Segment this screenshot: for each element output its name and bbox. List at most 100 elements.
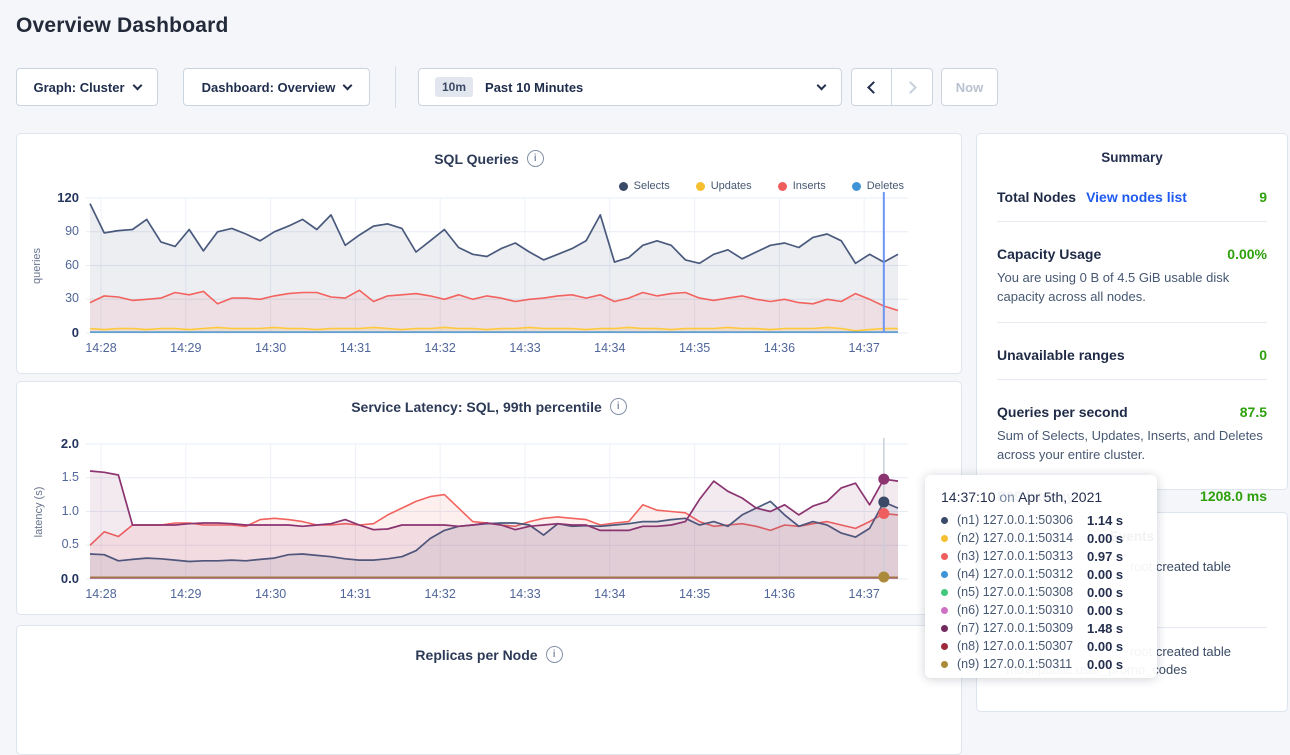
tooltip-node-value: 0.00 s <box>1087 567 1123 582</box>
x-axis-tick: 14:30 <box>241 341 301 355</box>
legend-label: Updates <box>711 180 752 192</box>
service-latency-card: Service Latency: SQL, 99th percentile i … <box>16 381 962 615</box>
tooltip-node-address: (n7) 127.0.0.1:50309 <box>957 621 1087 635</box>
sql-queries-legend: Selects Updates Inserts Deletes <box>619 180 904 192</box>
x-axis-tick: 14:33 <box>495 341 555 355</box>
tooltip-node-address: (n1) 127.0.0.1:50306 <box>957 513 1087 527</box>
x-axis-tick: 14:34 <box>580 341 640 355</box>
legend-label: Inserts <box>793 180 826 192</box>
now-button[interactable]: Now <box>941 68 998 106</box>
chart-title-row: Service Latency: SQL, 99th percentile i <box>17 398 961 415</box>
node-series-dot-icon <box>941 607 948 614</box>
tooltip-node-address: (n6) 127.0.0.1:50310 <box>957 603 1087 617</box>
x-axis-tick: 14:36 <box>749 587 809 601</box>
legend-label: Selects <box>634 180 670 192</box>
view-nodes-list-link[interactable]: View nodes list <box>1086 189 1187 205</box>
x-axis-tick: 14:35 <box>665 341 725 355</box>
x-axis-tick: 14:34 <box>580 587 640 601</box>
tooltip-node-value: 0.00 s <box>1087 585 1123 600</box>
node-series-dot-icon <box>941 589 948 596</box>
legend-label: Deletes <box>867 180 904 192</box>
x-axis-labels: 14:2814:2914:3014:3114:3214:3314:3414:35… <box>86 587 908 603</box>
x-axis-tick: 14:29 <box>156 341 216 355</box>
summary-row: Total NodesView nodes list9 <box>997 189 1267 205</box>
node-series-dot-icon <box>941 625 948 632</box>
sql-queries-card: SQL Queries i Selects Updates Inserts Delet… <box>16 133 962 374</box>
prev-time-button[interactable] <box>851 68 892 106</box>
time-range-label: Past 10 Minutes <box>485 80 583 95</box>
legend-dot-icon <box>619 182 628 191</box>
summary-rows: Total NodesView nodes list9 Capacity Usag… <box>977 189 1287 504</box>
legend-item[interactable]: Updates <box>696 180 752 192</box>
info-icon[interactable]: i <box>610 398 627 415</box>
summary-divider <box>997 322 1267 323</box>
x-axis-tick: 14:33 <box>495 587 555 601</box>
legend-item[interactable]: Selects <box>619 180 670 192</box>
tooltip-node-value: 0.00 s <box>1087 531 1123 546</box>
service-latency-title: Service Latency: SQL, 99th percentile <box>351 399 602 415</box>
tooltip-node-row: (n5) 127.0.0.1:503080.00 s <box>941 583 1143 601</box>
summary-row-label: Unavailable ranges <box>997 347 1125 363</box>
plot-area[interactable] <box>86 438 908 588</box>
tooltip-node-row: (n3) 127.0.0.1:503130.97 s <box>941 547 1143 565</box>
info-icon[interactable]: i <box>527 150 544 167</box>
legend-item[interactable]: Inserts <box>778 180 826 192</box>
y-axis-tick: 0 <box>17 325 79 340</box>
tooltip-node-row: (n7) 127.0.0.1:503091.48 s <box>941 619 1143 637</box>
x-axis-tick: 14:32 <box>410 587 470 601</box>
legend-dot-icon <box>696 182 705 191</box>
x-axis-tick: 14:37 <box>834 341 894 355</box>
time-range-dropdown[interactable]: 10m Past 10 Minutes <box>418 68 842 106</box>
chart-title-row: SQL Queries i <box>17 150 961 167</box>
summary-panel: Summary Total NodesView nodes list9 Capac… <box>976 133 1288 490</box>
x-axis-labels: 14:2814:2914:3014:3114:3214:3314:3414:35… <box>86 341 908 357</box>
x-axis-tick: 14:28 <box>71 587 131 601</box>
chart-title-row: Replicas per Node i <box>17 646 961 663</box>
tooltip-node-row: (n4) 127.0.0.1:503120.00 s <box>941 565 1143 583</box>
node-series-dot-icon <box>941 571 948 578</box>
x-axis-tick: 14:32 <box>410 341 470 355</box>
legend-dot-icon <box>778 182 787 191</box>
summary-row: Unavailable ranges0 <box>997 347 1267 363</box>
tooltip-timestamp: 14:37:10 on Apr 5th, 2021 <box>941 489 1143 505</box>
replicas-per-node-title: Replicas per Node <box>415 647 537 663</box>
node-series-dot-icon <box>941 517 948 524</box>
summary-row-value: 87.5 <box>1240 404 1267 420</box>
tooltip-node-row: (n6) 127.0.0.1:503100.00 s <box>941 601 1143 619</box>
dashboard-dropdown[interactable]: Dashboard: Overview <box>183 68 370 106</box>
x-axis-tick: 14:29 <box>156 587 216 601</box>
x-axis-tick: 14:28 <box>71 341 131 355</box>
replicas-per-node-card: Replicas per Node i <box>16 625 962 755</box>
x-axis-tick: 14:35 <box>665 587 725 601</box>
dashboard-dropdown-label: Dashboard: Overview <box>202 80 336 95</box>
plot-area[interactable] <box>86 192 908 342</box>
summary-row-label: Queries per second <box>997 404 1128 420</box>
node-series-dot-icon <box>941 643 948 650</box>
chevron-down-icon <box>132 80 142 90</box>
node-series-dot-icon <box>941 661 948 668</box>
graph-dropdown[interactable]: Graph: Cluster <box>16 68 158 106</box>
next-time-button[interactable] <box>892 68 933 106</box>
summary-heading: Summary <box>977 134 1287 165</box>
tooltip-node-address: (n4) 127.0.0.1:50312 <box>957 567 1087 581</box>
summary-divider <box>997 379 1267 380</box>
x-axis-tick: 14:36 <box>749 341 809 355</box>
y-axis-tick: 0.5 <box>17 537 79 551</box>
y-axis-tick: 60 <box>17 258 79 272</box>
y-axis-tick: 120 <box>17 190 79 205</box>
summary-row-value: 0.00% <box>1227 246 1267 262</box>
summary-row-description: You are using 0 B of 4.5 GiB usable disk… <box>997 268 1267 306</box>
tooltip-node-address: (n2) 127.0.0.1:50314 <box>957 531 1087 545</box>
summary-row: Capacity Usage0.00% <box>997 246 1267 262</box>
legend-item[interactable]: Deletes <box>852 180 904 192</box>
y-axis-tick: 2.0 <box>17 436 79 451</box>
tooltip-node-address: (n3) 127.0.0.1:50313 <box>957 549 1087 563</box>
chevron-left-icon <box>867 81 880 94</box>
tooltip-node-address: (n9) 127.0.0.1:50311 <box>957 657 1087 671</box>
y-axis-tick: 1.5 <box>17 470 79 484</box>
legend-dot-icon <box>852 182 861 191</box>
chart-hover-tooltip: 14:37:10 on Apr 5th, 2021 (n1) 127.0.0.1… <box>925 475 1157 678</box>
x-axis-tick: 14:30 <box>241 587 301 601</box>
info-icon[interactable]: i <box>546 646 563 663</box>
graph-dropdown-label: Graph: Cluster <box>33 80 124 95</box>
